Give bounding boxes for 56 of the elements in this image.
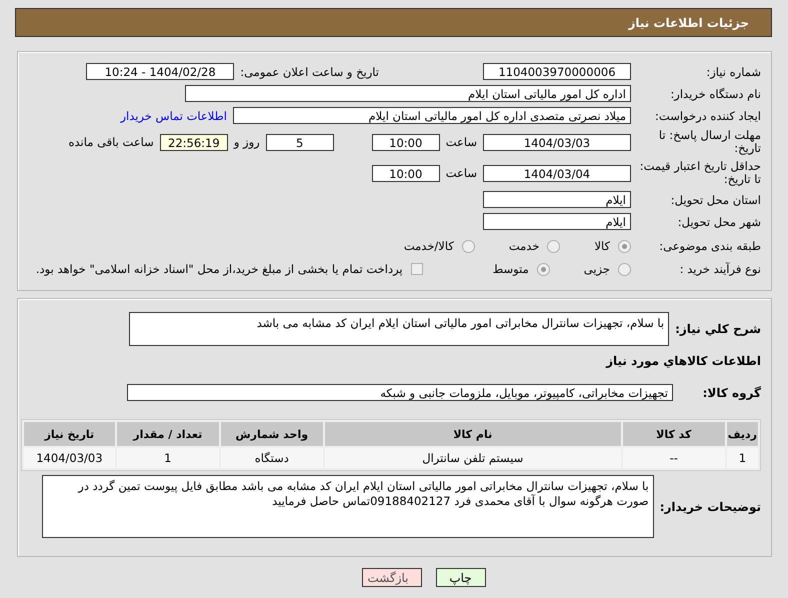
need-number-field: 1104003970000006 — [483, 63, 631, 80]
category-radio[interactable]: خدمت — [508, 239, 560, 253]
column-header: تعداد / مقدار — [116, 422, 219, 446]
table-cell: دستگاه — [220, 448, 323, 468]
process-radio[interactable]: جزیی — [584, 262, 631, 276]
table-cell: 1 — [116, 448, 219, 468]
column-header: نام کالا — [324, 422, 621, 446]
field-label: نام دستگاه خریدار: — [669, 86, 761, 100]
table-cell: 1 — [726, 448, 758, 468]
buyer-notes-text-area[interactable]: با سلام، تجهیزات سانترال مخابراتی امور مالیاتی استان ایلام ایران کد مشابه می باشد مطابق فایل پیوست تمین گردد در صورت هرگونه سوال با آقای محمدی فرد 09188402127تماس حاصل فرمایید — [42, 475, 654, 538]
table-cell: 1404/03/03 — [24, 448, 115, 468]
time-label: ساعت — [446, 135, 477, 149]
time-label: ساعت — [446, 166, 477, 180]
goods-group-field: تجهیزات مخابراتی، کامپیوتر، موبایل، ملزومات جانبی و شبکه — [127, 384, 673, 401]
field-label: شرح کلي نیاز: — [675, 322, 761, 336]
page-title: جزئیات اطلاعات نیاز — [628, 16, 749, 30]
field-label: مهلت ارسال پاسخ: تا تاریخ: — [658, 129, 761, 155]
time-field: 10:00 — [372, 164, 440, 182]
action-button[interactable]: چاپ — [436, 568, 486, 587]
time-field: 10:00 — [372, 134, 440, 150]
date-field: 1404/03/04 — [483, 164, 631, 182]
table-cell: سیستم تلفن سانترال — [324, 448, 621, 468]
remaining-label: ساعت باقی مانده — [68, 135, 154, 149]
category-radio[interactable]: کالا — [594, 239, 631, 253]
requester-field: میلاد نصرتی متصدی اداره کل امور مالیاتی استان ایلام — [233, 107, 631, 124]
table-cell: -- — [622, 448, 725, 468]
date-field: 1404/03/03 — [483, 134, 631, 150]
field-label: گروه کالا: — [702, 386, 761, 400]
category-radio[interactable]: کالا/خدمت — [404, 239, 475, 253]
field-label: شهر محل تحویل: — [676, 214, 761, 228]
section-heading: اطلاعات کالاهاي مورد نياز — [604, 354, 761, 368]
column-header: تاریخ نیاز — [24, 422, 115, 446]
field-label: نوع فرآیند خرید : — [678, 262, 761, 276]
description-text-area[interactable]: با سلام، تجهیزات سانترال مخابراتی امور مالیاتی استان ایلام ایران کد مشابه می باشد — [129, 312, 670, 346]
remaining-time-field: 22:56:19 — [160, 134, 228, 150]
city-field: ایلام — [483, 213, 631, 230]
days-field: 5 — [266, 134, 334, 150]
province-field: ایلام — [483, 191, 631, 208]
buyer-org-field: اداره کل امور مالیاتی استان ایلام — [185, 85, 631, 102]
process-radio[interactable]: متوسط — [492, 262, 550, 276]
field-label: توضیحات خریدار: — [660, 500, 761, 514]
payment-checkbox[interactable] — [410, 263, 423, 275]
column-header: واحد شمارش — [220, 422, 323, 446]
payment-note: پرداخت تمام یا بخشی از مبلغ خرید،از محل "اسناد خزانه اسلامی" خواهد بود. — [36, 262, 403, 276]
field-label: تاریخ و ساعت اعلان عمومی: — [240, 64, 379, 78]
field-label: استان محل تحویل: — [670, 192, 761, 206]
announce-date-field: 1404/02/28 - 10:24 — [86, 63, 234, 80]
field-label: شماره نیاز: — [705, 64, 761, 78]
field-label: ایجاد کننده درخواست: — [654, 108, 761, 122]
days-label: روز و — [234, 135, 260, 149]
column-header: کد کالا — [622, 422, 725, 446]
field-label: حداقل تاریخ اعتبار قیمت: تا تاریخ: — [638, 160, 761, 186]
action-button[interactable]: بازگشت — [362, 568, 422, 587]
field-label: طبقه بندی موضوعی: — [658, 239, 761, 253]
column-header: ردیف — [726, 422, 758, 446]
buyer-contact-link[interactable]: اطلاعات تماس خریدار — [120, 108, 227, 122]
